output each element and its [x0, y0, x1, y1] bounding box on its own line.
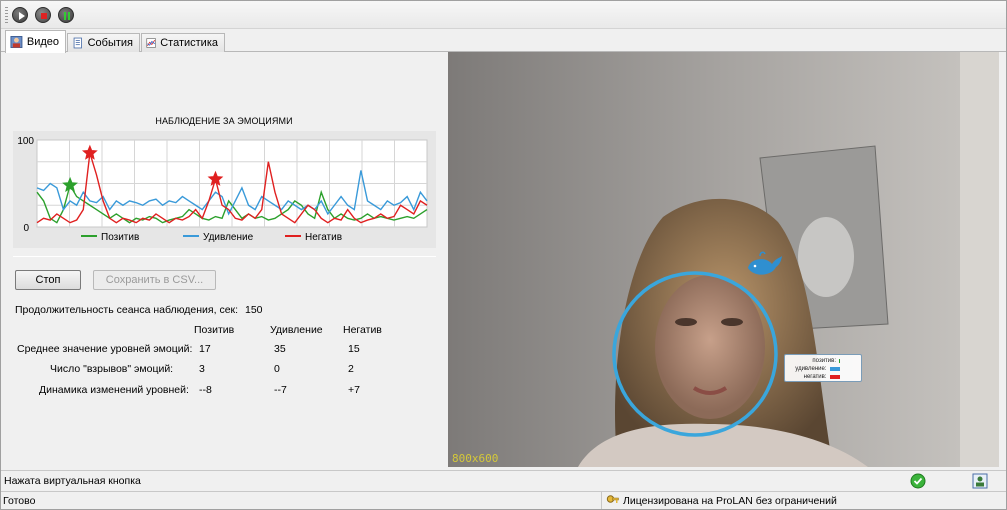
stats-cell: 3 [199, 363, 205, 375]
stats-cell: --7 [274, 384, 287, 396]
overlay-row-surprise: удивление: [788, 365, 840, 373]
emotion-overlay: позитив: удивление: негатив: [784, 354, 862, 382]
stats-cell: --8 [199, 384, 212, 396]
stop-session-button[interactable]: Стоп [15, 270, 81, 290]
chart-title: НАБЛЮДЕНИЕ ЗА ЭМОЦИЯМИ [155, 116, 293, 126]
tab-events-label: События [87, 37, 133, 49]
overlay-bar [829, 367, 840, 371]
overlay-row-negative: негатив: [788, 373, 840, 381]
license-cell: Лицензирована на ProLAN без ограничений [601, 492, 1006, 509]
overlay-row-positive: позитив: [788, 357, 840, 365]
overlay-label: негатив: [803, 374, 827, 380]
stats-header-negative: Негатив [343, 324, 382, 336]
play-button[interactable] [12, 7, 28, 23]
right-eye [721, 318, 743, 326]
stats-header-positive: Позитив [194, 324, 235, 336]
duration-label: Продолжительность сеанса наблюдения, сек… [15, 304, 239, 316]
tab-statistics-label: Статистика [160, 37, 218, 49]
stats-cell: 2 [348, 363, 354, 375]
separator [13, 256, 436, 257]
stop-button[interactable] [35, 7, 51, 23]
play-icon [19, 12, 25, 20]
save-csv-button[interactable]: Сохранить в CSV... [93, 270, 216, 290]
check-icon[interactable] [910, 473, 926, 489]
toolbar [1, 1, 1006, 29]
person-icon [10, 36, 23, 48]
tab-video[interactable]: Видео [5, 30, 66, 53]
overlay-label: позитив: [812, 358, 836, 364]
stats-row-label: Число "взрывов" эмоций: [50, 363, 174, 375]
face [655, 275, 765, 419]
license-text: Лицензирована на ProLAN без ограничений [623, 495, 837, 507]
legend-label: Позитив [101, 232, 139, 243]
pause-icon [64, 12, 70, 20]
stats-row-label: Среднее значение уровней эмоций: [17, 343, 193, 355]
tab-video-label: Видео [26, 36, 59, 48]
chart-icon [146, 38, 156, 48]
legend-label: Негатив [305, 232, 342, 243]
poster-statue [798, 217, 854, 297]
toolbar-grip[interactable] [5, 7, 8, 23]
status-message: Нажата виртуальная кнопка [4, 475, 141, 487]
status-ready: Готово [3, 495, 36, 507]
pause-button[interactable] [58, 7, 74, 23]
status-bar: Готово Лицензирована на ProLAN без огран… [1, 491, 1006, 509]
user-card-icon[interactable] [972, 473, 988, 489]
tab-bar: Видео События Статистика [1, 30, 1006, 53]
stats-cell: 0 [274, 363, 280, 375]
tab-statistics[interactable]: Статистика [141, 33, 225, 52]
message-bar: Нажата виртуальная кнопка [1, 470, 1006, 490]
stats-row-label: Динамика изменений уровней: [39, 384, 189, 396]
door-frame [960, 52, 999, 467]
emotion-chart: 100 0 Позитив Удивление Негатив [13, 131, 436, 248]
tab-events[interactable]: События [67, 33, 140, 52]
duration-value: 150 [245, 304, 263, 316]
stats-cell: 17 [199, 343, 211, 355]
left-eye [675, 318, 697, 326]
y-tick-label: 100 [17, 136, 34, 147]
document-icon [73, 37, 82, 49]
video-feed: позитив: удивление: негатив: 800x600 [448, 52, 999, 467]
camera-frame [448, 52, 999, 467]
stats-cell: 15 [348, 343, 360, 355]
y-tick-label: 0 [23, 223, 29, 234]
stats-header-surprise: Удивление [270, 324, 323, 336]
stop-icon [41, 13, 47, 19]
stats-cell: 35 [274, 343, 286, 355]
overlay-bar [829, 375, 840, 379]
emotion-chart-svg: 100 0 Позитив Удивление Негатив [17, 136, 428, 243]
overlay-bar [839, 359, 840, 363]
emotion-panel: НАБЛЮДЕНИЕ ЗА ЭМОЦИЯМИ 100 0 Позитив Удивле… [1, 52, 447, 467]
stats-cell: +7 [348, 384, 360, 396]
key-icon [606, 495, 619, 503]
overlay-label: удивление: [795, 366, 827, 372]
legend-label: Удивление [203, 232, 254, 243]
resolution-label: 800x600 [452, 452, 499, 465]
